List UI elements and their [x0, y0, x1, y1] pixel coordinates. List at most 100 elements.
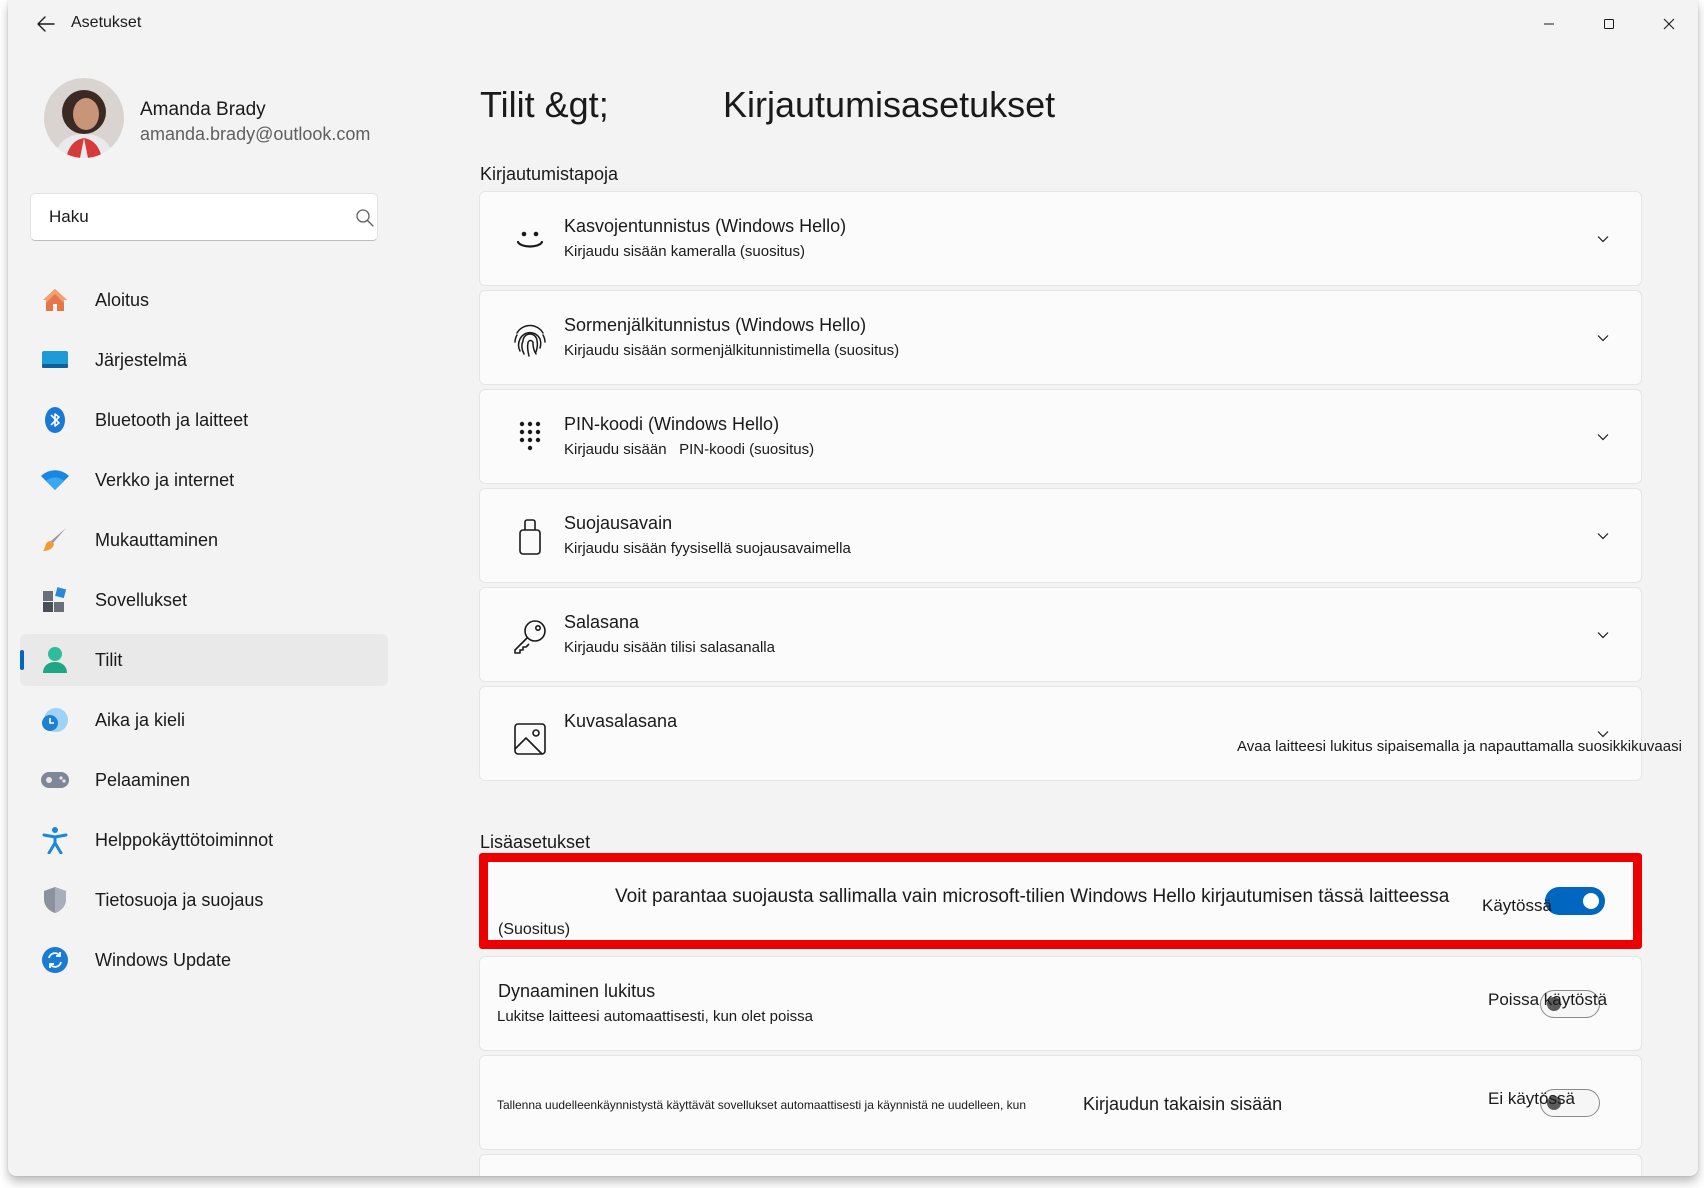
search-box — [30, 193, 378, 241]
method-title: Sormenjälkitunnistus (Windows Hello) — [564, 315, 867, 335]
chevron-down-icon[interactable] — [1596, 331, 1610, 345]
system-icon — [40, 346, 70, 374]
windows-hello-only-setting: Voit parantaa suojausta sallimalla vain … — [479, 853, 1642, 949]
title-bar: Asetukset — [8, 0, 1698, 48]
method-desc: Kirjaudu sisään sormenjälkitunnistimella… — [564, 342, 900, 359]
sidebar-item-sovellukset[interactable]: Sovellukset — [20, 574, 388, 626]
sidebar-item-label: Sovellukset — [95, 589, 188, 610]
method-title: Salasana — [564, 612, 640, 632]
back-arrow-icon — [37, 16, 55, 32]
restart-apps-setting: Tallenna uudelleenkäynnistystä käyttävät… — [479, 1055, 1642, 1150]
maximize-icon — [1604, 19, 1614, 29]
sign-in-method-password[interactable]: Salasana Kirjaudu sisään tilisi salasana… — [479, 587, 1642, 682]
sign-in-method-face[interactable]: Kasvojentunnistus (Windows Hello) Kirjau… — [479, 191, 1642, 286]
shield-icon — [40, 886, 70, 914]
sidebar-item-label: Aika ja kieli — [95, 709, 186, 730]
chevron-down-icon[interactable] — [1596, 628, 1610, 642]
setting-desc-2: Kirjaudun takaisin sisään — [1083, 1094, 1283, 1114]
security-key-icon — [510, 517, 550, 557]
toggle-state-label: Ei käytössä — [1488, 1089, 1575, 1108]
method-desc: Kirjaudu sisään tilisi salasanalla — [564, 639, 775, 656]
breadcrumb-parent[interactable]: Tilit &gt; — [480, 84, 609, 126]
sidebar-item-label: Helppokäyttötoiminnot — [95, 829, 274, 850]
sidebar-item-windows-update[interactable]: Windows Update — [20, 934, 388, 986]
search-icon[interactable] — [355, 208, 375, 228]
sign-in-method-fingerprint[interactable]: Sormenjälkitunnistus (Windows Hello) Kir… — [479, 290, 1642, 385]
profile-name: Amanda Brady — [140, 99, 266, 120]
method-desc: Kirjaudu sisään PIN-koodi (suositus) — [564, 441, 815, 458]
face-icon — [510, 220, 550, 260]
avatar-photo-icon — [44, 78, 124, 158]
update-icon — [40, 946, 70, 974]
sidebar-item-aloitus[interactable]: Aloitus — [20, 274, 388, 326]
time-language-icon — [40, 706, 70, 734]
toggle-state-label: Poissa käytöstä — [1488, 990, 1608, 1009]
sidebar-item-bluetooth[interactable]: Bluetooth ja laitteet — [20, 394, 388, 446]
close-button[interactable] — [1646, 8, 1692, 40]
page-title: Kirjautumisasetukset — [723, 84, 1056, 125]
method-desc: Avaa laitteesi lukitus sipaisemalla ja n… — [1237, 738, 1682, 755]
key-icon — [510, 616, 550, 656]
dynamic-lock-setting: Dynaaminen lukitus Lukitse laitteesi aut… — [479, 956, 1642, 1051]
toggle-knob — [1583, 893, 1599, 909]
back-button[interactable] — [22, 8, 70, 40]
sidebar-item-label: Verkko ja internet — [95, 469, 235, 490]
setting-desc: Tallenna uudelleenkäynnistystä käyttävät… — [497, 1098, 1026, 1112]
setting-title: Dynaaminen lukitus — [498, 981, 656, 1001]
sidebar-item-label: Windows Update — [95, 949, 232, 970]
chevron-down-icon[interactable] — [1596, 232, 1610, 246]
search-input[interactable] — [32, 195, 332, 239]
sidebar-nav: Aloitus Järjestelmä Bluetooth ja laittee… — [20, 274, 388, 994]
brush-icon — [40, 526, 70, 554]
app-title: Asetukset — [71, 14, 142, 31]
fingerprint-icon — [510, 319, 550, 359]
sidebar-item-label: Tilit — [95, 649, 123, 670]
sidebar-item-tietosuoja[interactable]: Tietosuoja ja suojaus — [20, 874, 388, 926]
chevron-down-icon[interactable] — [1596, 529, 1610, 543]
method-title: Kasvojentunnistus (Windows Hello) — [564, 216, 847, 236]
account-icon — [40, 646, 70, 674]
toggle-state-label: Käytössä — [1482, 896, 1552, 915]
active-indicator — [20, 650, 24, 670]
method-title: Suojausavain — [564, 513, 673, 533]
home-icon — [40, 286, 70, 314]
close-icon — [1663, 18, 1675, 30]
method-desc: Kirjaudu sisään fyysisellä suojausavaime… — [564, 540, 851, 557]
avatar — [44, 78, 124, 158]
setting-desc: Lukitse laitteesi automaattisesti, kun o… — [497, 1008, 814, 1025]
sidebar-item-tilit[interactable]: Tilit — [20, 634, 388, 686]
picture-icon — [510, 719, 550, 759]
sidebar-item-aika-ja-kieli[interactable]: Aika ja kieli — [20, 694, 388, 746]
sidebar-item-mukauttaminen[interactable]: Mukauttaminen — [20, 514, 388, 566]
pin-keypad-icon — [510, 418, 550, 458]
wifi-icon — [40, 466, 70, 494]
section-title-sign-in-methods: Kirjautumistapoja — [480, 164, 619, 184]
sidebar-item-jarjestelma[interactable]: Järjestelmä — [20, 334, 388, 386]
chevron-down-icon[interactable] — [1596, 430, 1610, 444]
apps-icon — [40, 586, 70, 614]
bluetooth-icon — [40, 406, 70, 434]
sidebar-item-verkko[interactable]: Verkko ja internet — [20, 454, 388, 506]
setting-note: (Suositus) — [498, 921, 571, 938]
profile-email: amanda.brady@outlook.com — [140, 124, 371, 144]
sidebar-item-pelaaminen[interactable]: Pelaaminen — [20, 754, 388, 806]
sign-in-method-picture-password[interactable]: Kuvasalasana Avaa laitteesi lukitus sipa… — [479, 686, 1682, 781]
sidebar-item-label: Bluetooth ja laitteet — [95, 409, 249, 430]
sign-in-method-security-key[interactable]: Suojausavain Kirjaudu sisään fyysisellä … — [479, 488, 1642, 583]
minimize-button[interactable] — [1526, 8, 1572, 40]
hello-only-toggle[interactable] — [1545, 887, 1605, 915]
maximize-button[interactable] — [1586, 8, 1632, 40]
sidebar-item-label: Aloitus — [95, 289, 150, 310]
settings-window: Asetukset Amanda Brady amanda.brady@outl… — [8, 0, 1698, 1176]
section-title-additional: Lisäasetukset — [480, 832, 591, 852]
sidebar-item-label: Tietosuoja ja suojaus — [95, 889, 264, 910]
accessibility-icon — [40, 826, 70, 854]
setting-title: Voit parantaa suojausta sallimalla vain … — [615, 886, 1450, 907]
sidebar-item-helppokaytto[interactable]: Helppokäyttötoiminnot — [20, 814, 388, 866]
method-title: PIN-koodi (Windows Hello) — [564, 414, 780, 434]
gamepad-icon — [40, 766, 70, 794]
method-title: Kuvasalasana — [564, 711, 678, 731]
sidebar-item-label: Pelaaminen — [95, 769, 191, 790]
sign-in-method-pin[interactable]: PIN-koodi (Windows Hello) Kirjaudu sisää… — [479, 389, 1642, 484]
sidebar-item-label: Järjestelmä — [95, 349, 188, 370]
